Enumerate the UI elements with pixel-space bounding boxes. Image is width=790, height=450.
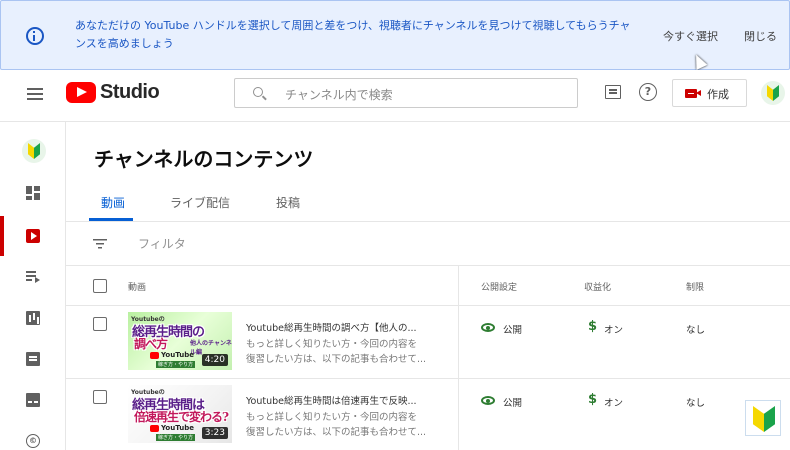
beginner-mark-icon <box>753 406 775 432</box>
sidebar: © <box>0 122 66 450</box>
youtube-logo-icon <box>150 425 159 432</box>
table-header: 動画 公開設定 収益化 制限 <box>66 266 790 306</box>
close-banner-button[interactable]: 閉じる <box>744 28 777 44</box>
analytics-icon <box>26 311 40 325</box>
top-header: Studio チャンネル内で検索 ? 作成 <box>0 70 790 122</box>
search-icon <box>253 87 263 97</box>
create-label: 作成 <box>707 88 729 101</box>
comments-icon <box>26 352 40 366</box>
video-description: もっと詳しく知りたい方・今回の内容を 復習したい方は、以下の記事も合わせて... <box>246 412 427 438</box>
restrictions-status: なし <box>686 325 706 336</box>
dollar-icon: $ <box>588 319 598 334</box>
feedback-icon[interactable] <box>605 85 621 99</box>
youtube-studio-window: あなただけの YouTube ハンドルを選択して周囲と差をつけ、視聴者にチャンネ… <box>0 0 790 450</box>
sidebar-item-copyright[interactable]: © <box>0 421 66 450</box>
sidebar-item-comments[interactable] <box>0 339 66 379</box>
column-video[interactable]: 動画 <box>128 280 146 293</box>
duration-badge: 3:23 <box>201 427 228 439</box>
channel-avatar[interactable] <box>22 139 46 163</box>
video-camera-icon <box>685 89 701 98</box>
visibility-status[interactable]: 公開 <box>503 395 522 409</box>
dollar-icon: $ <box>588 392 598 407</box>
handle-banner: あなただけの YouTube ハンドルを選択して周囲と差をつけ、視聴者にチャンネ… <box>0 0 790 70</box>
dashboard-icon <box>26 186 40 200</box>
filter-input[interactable]: フィルタ <box>138 235 186 252</box>
banner-message: あなただけの YouTube ハンドルを選択して周囲と差をつけ、視聴者にチャンネ… <box>75 19 631 50</box>
account-avatar[interactable] <box>761 81 785 105</box>
content-tabs: 動画 ライブ配信 投稿 <box>66 182 790 222</box>
eye-icon <box>481 323 495 332</box>
search-input[interactable]: チャンネル内で検索 <box>234 78 578 108</box>
beginner-mark-icon <box>767 85 779 101</box>
sidebar-item-dashboard[interactable] <box>0 173 66 213</box>
table-row[interactable]: Youtubeの 総再生時間の 調べ方 他人のチャンネル編 YouTube 稼ぎ… <box>66 306 790 379</box>
content-icon <box>26 229 40 243</box>
tab-live[interactable]: ライブ配信 <box>170 194 230 211</box>
video-thumbnail[interactable]: Youtubeの 総再生時間の 調べ方 他人のチャンネル編 YouTube 稼ぎ… <box>128 312 232 370</box>
sidebar-item-playlists[interactable] <box>0 257 66 297</box>
eye-icon <box>481 396 495 405</box>
column-restrictions[interactable]: 制限 <box>686 280 704 293</box>
tab-posts[interactable]: 投稿 <box>276 194 300 211</box>
visibility-status[interactable]: 公開 <box>503 322 522 336</box>
search-placeholder: チャンネル内で検索 <box>285 88 393 102</box>
video-description: もっと詳しく知りたい方・今回の内容を 復習したい方は、以下の記事も合わせて... <box>246 339 427 365</box>
row-checkbox[interactable] <box>93 390 107 404</box>
column-monetization[interactable]: 収益化 <box>584 280 611 293</box>
column-visibility[interactable]: 公開設定 <box>481 280 517 293</box>
sidebar-item-analytics[interactable] <box>0 298 66 338</box>
youtube-logo-icon[interactable] <box>66 82 96 103</box>
select-now-button[interactable]: 今すぐ選択 <box>663 28 718 44</box>
page-title: チャンネルのコンテンツ <box>94 147 314 171</box>
youtube-logo-icon <box>150 352 159 359</box>
subtitles-icon <box>26 393 40 407</box>
monetization-status[interactable]: オン <box>604 395 623 409</box>
duration-badge: 4:20 <box>201 354 228 366</box>
monetization-status[interactable]: オン <box>604 322 623 336</box>
tab-videos[interactable]: 動画 <box>101 194 125 211</box>
video-title[interactable]: Youtube総再生時間の調べ方【他人の... <box>246 320 446 334</box>
sidebar-item-subtitles[interactable] <box>0 380 66 420</box>
filter-icon[interactable] <box>93 239 107 249</box>
video-thumbnail[interactable]: Youtubeの 総再生時間は 倍速再生で変わる? YouTube 稼ぎ方・やり… <box>128 385 232 443</box>
active-tab-indicator <box>89 218 133 221</box>
beginner-badge <box>745 400 781 436</box>
playlist-icon <box>26 270 40 284</box>
row-checkbox[interactable] <box>93 317 107 331</box>
create-button[interactable]: 作成 <box>672 79 747 107</box>
menu-icon[interactable] <box>27 88 43 100</box>
select-all-checkbox[interactable] <box>93 279 107 293</box>
copyright-icon: © <box>26 434 40 448</box>
info-icon <box>26 27 44 45</box>
sidebar-item-content[interactable] <box>0 216 66 256</box>
restrictions-status: なし <box>686 398 706 409</box>
table-row[interactable]: Youtubeの 総再生時間は 倍速再生で変わる? YouTube 稼ぎ方・やり… <box>66 379 790 450</box>
video-title[interactable]: Youtube総再生時間は倍速再生で反映... <box>246 393 446 407</box>
filter-bar[interactable]: フィルタ <box>66 222 790 266</box>
help-icon[interactable]: ? <box>639 83 657 101</box>
studio-brand[interactable]: Studio <box>100 81 160 104</box>
beginner-mark-icon <box>28 143 40 159</box>
